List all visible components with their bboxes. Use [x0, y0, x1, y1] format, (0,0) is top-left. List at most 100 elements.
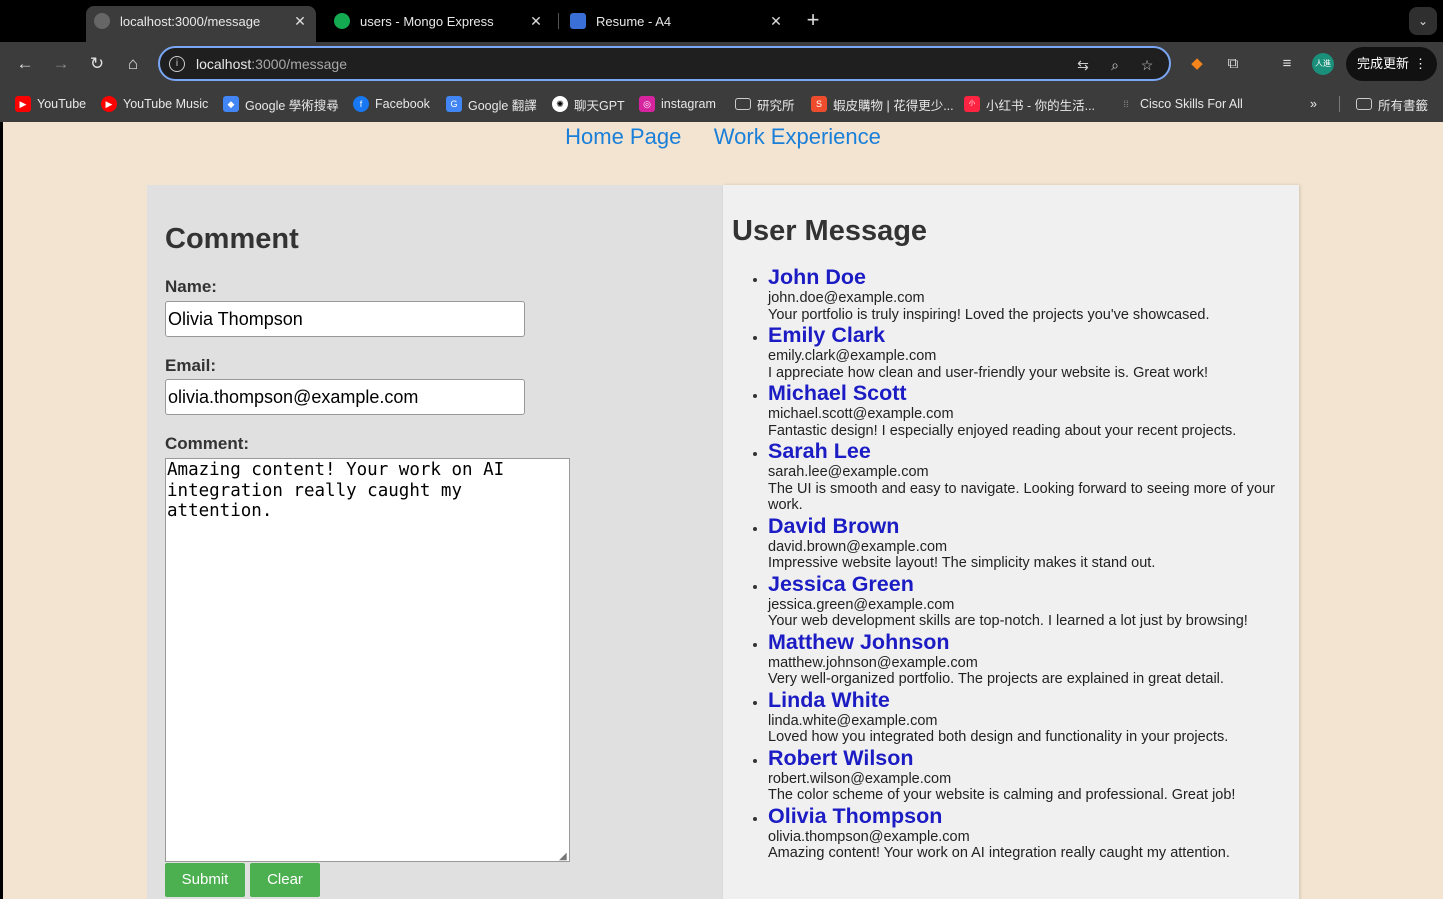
- page-content: Home Page Work Experience Comment Name: …: [3, 122, 1443, 899]
- menu-dots-icon: ⋮: [1414, 56, 1427, 71]
- url-path: :3000/message: [251, 56, 347, 72]
- tab-message[interactable]: localhost:3000/message ✕: [86, 6, 316, 42]
- message-email: emily.clark@example.com: [768, 348, 937, 364]
- bookmark-label: 小红书 - 你的生活...: [986, 98, 1096, 113]
- clear-button[interactable]: Clear: [250, 863, 320, 897]
- top-nav: Home Page Work Experience: [3, 124, 1443, 150]
- tab-strip: localhost:3000/message ✕ users - Mongo E…: [0, 0, 1443, 42]
- url-text[interactable]: localhost:3000/message: [196, 56, 347, 72]
- back-button[interactable]: ←: [11, 50, 39, 78]
- bookmark-cisco[interactable]: ⁞⁞ Cisco Skills For All: [1118, 95, 1243, 113]
- close-icon[interactable]: ✕: [526, 13, 546, 30]
- scholar-icon: ◆: [223, 96, 239, 112]
- bookmark-star-icon[interactable]: ☆: [1136, 54, 1158, 76]
- message-text: The color scheme of your website is calm…: [768, 787, 1236, 803]
- bookmark-shopee[interactable]: S 蝦皮購物 | 花得更少...: [811, 95, 954, 113]
- bookmarks-overflow-button[interactable]: »: [1310, 95, 1317, 113]
- translate-icon: G: [446, 96, 462, 112]
- xiaohongshu-icon: 小: [964, 96, 980, 112]
- message-text: Very well-organized portfolio. The proje…: [768, 671, 1224, 687]
- bookmark-youtube[interactable]: ▶ YouTube: [15, 95, 86, 113]
- list-item: Sarah Leesarah.lee@example.comThe UI is …: [768, 439, 1288, 514]
- bookmark-label: 所有書籤: [1378, 98, 1429, 113]
- message-name: Robert Wilson: [768, 745, 914, 770]
- message-name: Jessica Green: [768, 571, 914, 596]
- resize-grip-icon[interactable]: ◢: [559, 851, 567, 862]
- message-email: john.doe@example.com: [768, 290, 925, 306]
- bookmark-label: YouTube Music: [123, 97, 209, 111]
- metamask-icon[interactable]: ◆: [1184, 51, 1210, 77]
- bookmark-label: 聊天GPT: [574, 98, 625, 113]
- bookmarks-bar: ▶ YouTube ▶ YouTube Music ◆ Google 學術搜尋 f Fa…: [0, 86, 1443, 122]
- url-host: localhost: [196, 56, 252, 72]
- message-email: matthew.johnson@example.com: [768, 654, 978, 671]
- close-icon[interactable]: ✕: [766, 13, 786, 30]
- tab-resume[interactable]: Resume - A4 ✕: [562, 7, 792, 35]
- bookmark-instagram[interactable]: ◎ instagram: [639, 95, 716, 113]
- chatgpt-icon: ✺: [552, 96, 568, 112]
- forward-button[interactable]: →: [47, 50, 75, 78]
- translate-icon[interactable]: ⇆: [1072, 54, 1094, 76]
- globe-icon: [94, 13, 110, 29]
- tab-search-button[interactable]: ⌄: [1409, 7, 1437, 35]
- message-text: Loved how you integrated both design and…: [768, 729, 1229, 745]
- comment-title: Comment: [165, 223, 299, 255]
- message-name: John Doe: [768, 265, 866, 289]
- new-tab-button[interactable]: +: [800, 8, 826, 34]
- email-field[interactable]: [165, 379, 525, 415]
- comment-panel: Comment Name: Email: Comment: Amazing co…: [147, 185, 723, 899]
- list-item: Olivia Thompsonolivia.thompson@example.c…: [768, 804, 1288, 862]
- bookmark-google-scholar[interactable]: ◆ Google 學術搜尋: [223, 95, 339, 113]
- message-name: Sarah Lee: [768, 439, 871, 463]
- message-text: The UI is smooth and easy to navigate. L…: [768, 480, 1275, 514]
- avatar[interactable]: 人進: [1312, 53, 1334, 75]
- list-item: Michael Scottmichael.scott@example.comFa…: [768, 381, 1288, 439]
- home-button[interactable]: ⌂: [119, 50, 147, 78]
- message-name: Matthew Johnson: [768, 629, 950, 654]
- bookmark-label: 蝦皮購物 | 花得更少...: [833, 98, 954, 113]
- reload-button[interactable]: ↻: [83, 50, 111, 78]
- browser-toolbar: ← → ↻ ⌂ i localhost:3000/message ⇆ ⌕ ☆ ◆…: [0, 42, 1443, 86]
- name-field[interactable]: [165, 301, 525, 337]
- instagram-icon: ◎: [639, 96, 655, 112]
- tab-mongo-express[interactable]: users - Mongo Express ✕: [326, 7, 552, 35]
- home-page-link[interactable]: Home Page: [565, 124, 681, 149]
- list-item: Robert Wilsonrobert.wilson@example.comTh…: [768, 746, 1288, 804]
- name-label: Name:: [165, 277, 217, 296]
- media-controls-icon[interactable]: ≡: [1274, 51, 1300, 77]
- bookmark-divider: [1339, 96, 1340, 112]
- folder-icon: [1356, 98, 1372, 110]
- bookmark-facebook[interactable]: f Facebook: [353, 95, 430, 113]
- facebook-icon: f: [353, 96, 369, 112]
- update-button[interactable]: 完成更新 ⋮: [1346, 47, 1437, 81]
- work-experience-link[interactable]: Work Experience: [714, 124, 881, 149]
- double-chevron-icon: »: [1310, 97, 1317, 111]
- list-item: John Doejohn.doe@example.comYour portfol…: [768, 265, 1288, 323]
- message-email: robert.wilson@example.com: [768, 770, 952, 787]
- bookmark-google-translate[interactable]: G Google 翻譯: [446, 95, 537, 113]
- bookmark-xiaohongshu[interactable]: 小小红书 - 你的生活...: [964, 95, 1095, 113]
- bookmark-label: Google 學術搜尋: [245, 98, 339, 113]
- bookmark-label: Facebook: [375, 97, 430, 111]
- message-text: Fantastic design! I especially enjoyed r…: [768, 422, 1237, 439]
- message-text: Amazing content! Your work on AI integra…: [768, 845, 1230, 861]
- comment-textarea[interactable]: Amazing content! Your work on AI integra…: [165, 458, 570, 862]
- email-label: Email:: [165, 356, 217, 375]
- bookmark-folder-research[interactable]: 研究所: [735, 95, 795, 113]
- close-icon[interactable]: ✕: [290, 13, 310, 30]
- message-email: david.brown@example.com: [768, 538, 948, 555]
- folder-icon: [735, 98, 751, 110]
- zoom-icon[interactable]: ⌕: [1104, 54, 1126, 76]
- list-item: David Browndavid.brown@example.comImpres…: [768, 514, 1288, 572]
- bookmark-label: Cisco Skills For All: [1140, 97, 1243, 111]
- message-list: John Doejohn.doe@example.comYour portfol…: [768, 265, 1288, 862]
- site-info-icon[interactable]: i: [169, 56, 185, 72]
- extensions-icon[interactable]: ⧉: [1220, 51, 1246, 77]
- bookmark-chatgpt[interactable]: ✺ 聊天GPT: [552, 95, 625, 113]
- message-email: sarah.lee@example.com: [768, 464, 929, 480]
- all-bookmarks-folder[interactable]: 所有書籤: [1356, 95, 1428, 113]
- submit-button[interactable]: Submit: [165, 863, 245, 897]
- address-bar[interactable]: i localhost:3000/message ⇆ ⌕ ☆: [158, 46, 1171, 81]
- message-email: linda.white@example.com: [768, 712, 938, 729]
- bookmark-youtube-music[interactable]: ▶ YouTube Music: [101, 95, 208, 113]
